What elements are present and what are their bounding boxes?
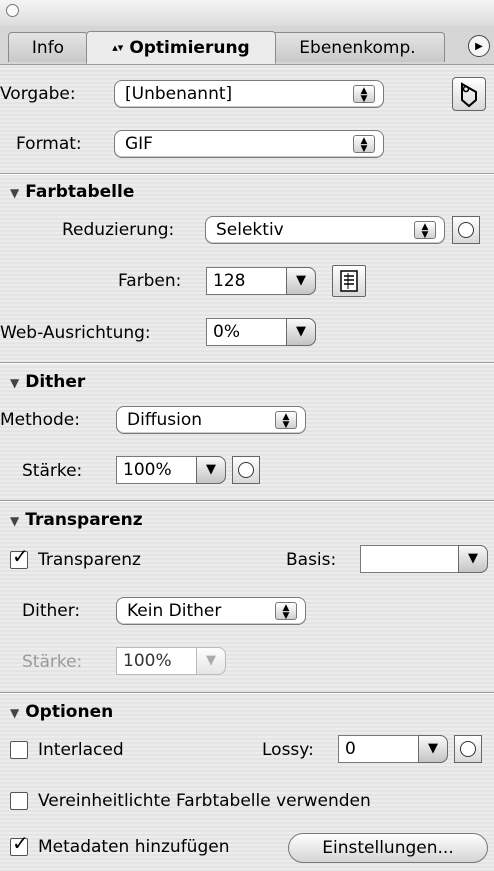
popup-arrows-icon: ▲ ▼	[414, 221, 436, 240]
tab-optimierung-label: Optimierung	[129, 37, 250, 58]
transparenz-staerke-label: Stärke:	[22, 652, 83, 672]
checkmark-icon: ✓	[12, 831, 29, 855]
web-ausrichtung-value: 0%	[213, 322, 240, 342]
farben-combo[interactable]: 128 ▼	[206, 267, 316, 295]
reduzierung-mask-button[interactable]	[452, 216, 480, 244]
methode-value: Diffusion	[127, 410, 203, 430]
popup-arrows-icon: ▲ ▼	[353, 85, 375, 104]
dither-mask-button[interactable]	[232, 456, 260, 484]
einstellungen-button[interactable]: Einstellungen...	[288, 833, 488, 863]
lossy-mask-button[interactable]	[454, 735, 482, 763]
metadaten-label: Metadaten hinzufügen	[38, 837, 230, 857]
transparenz-staerke-combo[interactable]: 100% ▼	[116, 647, 226, 675]
transparenz-staerke-value: 100%	[123, 651, 172, 671]
transparenz-dither-value: Kein Dither	[127, 601, 222, 621]
color-table-icon	[340, 270, 358, 292]
format-popup[interactable]: GIF ▲ ▼	[114, 130, 384, 158]
dither-title: Dither	[25, 372, 86, 392]
tab-bar: Info Ebenenkomp. ▴▾ Optimierung ▶	[0, 26, 494, 65]
palette-titlebar	[0, 0, 494, 27]
transparenz-dither-popup[interactable]: Kein Dither ▲ ▼	[116, 597, 306, 625]
popup-arrows-icon: ▲ ▼	[275, 411, 297, 430]
reduzierung-label: Reduzierung:	[62, 220, 175, 240]
dropdown-arrow-icon[interactable]: ▼	[458, 545, 488, 573]
web-ausrichtung-label: Web-Ausrichtung:	[0, 323, 151, 343]
vereinheitlicht-checkbox[interactable]	[10, 792, 28, 810]
divider	[0, 500, 494, 502]
metadaten-checkbox[interactable]: ✓	[10, 833, 29, 856]
popup-arrows-icon: ▲ ▼	[275, 602, 297, 621]
basis-combo[interactable]: ▼	[360, 545, 488, 573]
reduzierung-popup[interactable]: Selektiv ▲ ▼	[205, 216, 445, 244]
disclosure-triangle-icon: ▼	[10, 514, 20, 528]
lossy-label: Lossy:	[262, 740, 314, 760]
format-value: GIF	[125, 134, 153, 154]
optimize-menu-button[interactable]	[452, 77, 486, 111]
dither-staerke-label: Stärke:	[22, 461, 83, 481]
transparenz-checkbox-label: Transparenz	[38, 550, 141, 570]
palette-menu-icon[interactable]: ▶	[468, 35, 490, 57]
lossy-combo[interactable]: 0 ▼	[338, 735, 448, 763]
farben-value: 128	[213, 271, 246, 291]
interlaced-checkbox[interactable]	[10, 741, 28, 759]
farbtabelle-title: Farbtabelle	[25, 182, 135, 202]
disclosure-triangle-icon: ▼	[10, 706, 20, 720]
popup-arrows-icon: ▲ ▼	[353, 135, 375, 154]
divider	[0, 173, 494, 175]
checkmark-icon: ✓	[12, 544, 29, 568]
interlaced-label: Interlaced	[38, 740, 124, 760]
optimize-menu-icon	[461, 82, 477, 108]
tab-ebenenkomp[interactable]: Ebenenkomp.	[270, 32, 445, 62]
format-label: Format:	[16, 134, 82, 154]
tab-info-label: Info	[31, 37, 65, 58]
optionen-section-header[interactable]: ▼ Optionen	[10, 702, 113, 722]
color-table-button[interactable]	[332, 265, 366, 297]
dropdown-arrow-icon[interactable]: ▼	[196, 647, 226, 675]
dropdown-arrow-icon[interactable]: ▼	[196, 456, 226, 484]
optionen-title: Optionen	[25, 702, 114, 722]
mask-circle-icon	[238, 462, 254, 478]
web-ausrichtung-combo[interactable]: 0% ▼	[206, 318, 316, 346]
disclosure-triangle-icon: ▼	[10, 186, 20, 200]
divider	[0, 692, 494, 694]
transparenz-checkbox[interactable]: ✓	[10, 546, 29, 569]
transparenz-title: Transparenz	[25, 510, 143, 530]
tab-info[interactable]: Info	[8, 32, 88, 62]
einstellungen-label: Einstellungen...	[322, 838, 454, 858]
dither-staerke-combo[interactable]: 100% ▼	[116, 456, 226, 484]
reduzierung-value: Selektiv	[216, 220, 284, 240]
farben-label: Farben:	[118, 271, 182, 291]
dropdown-arrow-icon[interactable]: ▼	[286, 318, 316, 346]
methode-popup[interactable]: Diffusion ▲ ▼	[116, 406, 306, 434]
divider	[0, 362, 494, 364]
transparenz-dither-label: Dither:	[22, 601, 81, 621]
vereinheitlicht-label: Vereinheitlichte Farbtabelle verwenden	[38, 791, 371, 811]
vorgabe-value: [Unbenannt]	[125, 84, 233, 104]
tab-ebenenkomp-label: Ebenenkomp.	[299, 37, 416, 58]
basis-label: Basis:	[286, 550, 337, 570]
vorgabe-popup[interactable]: [Unbenannt] ▲ ▼	[114, 80, 384, 108]
sort-arrows-icon: ▴▾	[112, 41, 124, 54]
transparenz-section-header[interactable]: ▼ Transparenz	[10, 510, 143, 530]
dropdown-arrow-icon[interactable]: ▼	[286, 267, 316, 295]
mask-circle-icon	[458, 222, 474, 238]
vorgabe-label: Vorgabe:	[0, 84, 76, 104]
close-icon[interactable]	[6, 4, 19, 17]
dropdown-arrow-icon[interactable]: ▼	[418, 735, 448, 763]
dither-staerke-value: 100%	[123, 460, 172, 480]
lossy-value: 0	[345, 739, 356, 759]
farbtabelle-section-header[interactable]: ▼ Farbtabelle	[10, 182, 134, 202]
mask-circle-icon	[460, 741, 476, 757]
dither-section-header[interactable]: ▼ Dither	[10, 372, 85, 392]
tab-optimierung[interactable]: ▴▾ Optimierung	[86, 31, 276, 64]
disclosure-triangle-icon: ▼	[10, 376, 20, 390]
methode-label: Methode:	[0, 410, 80, 430]
